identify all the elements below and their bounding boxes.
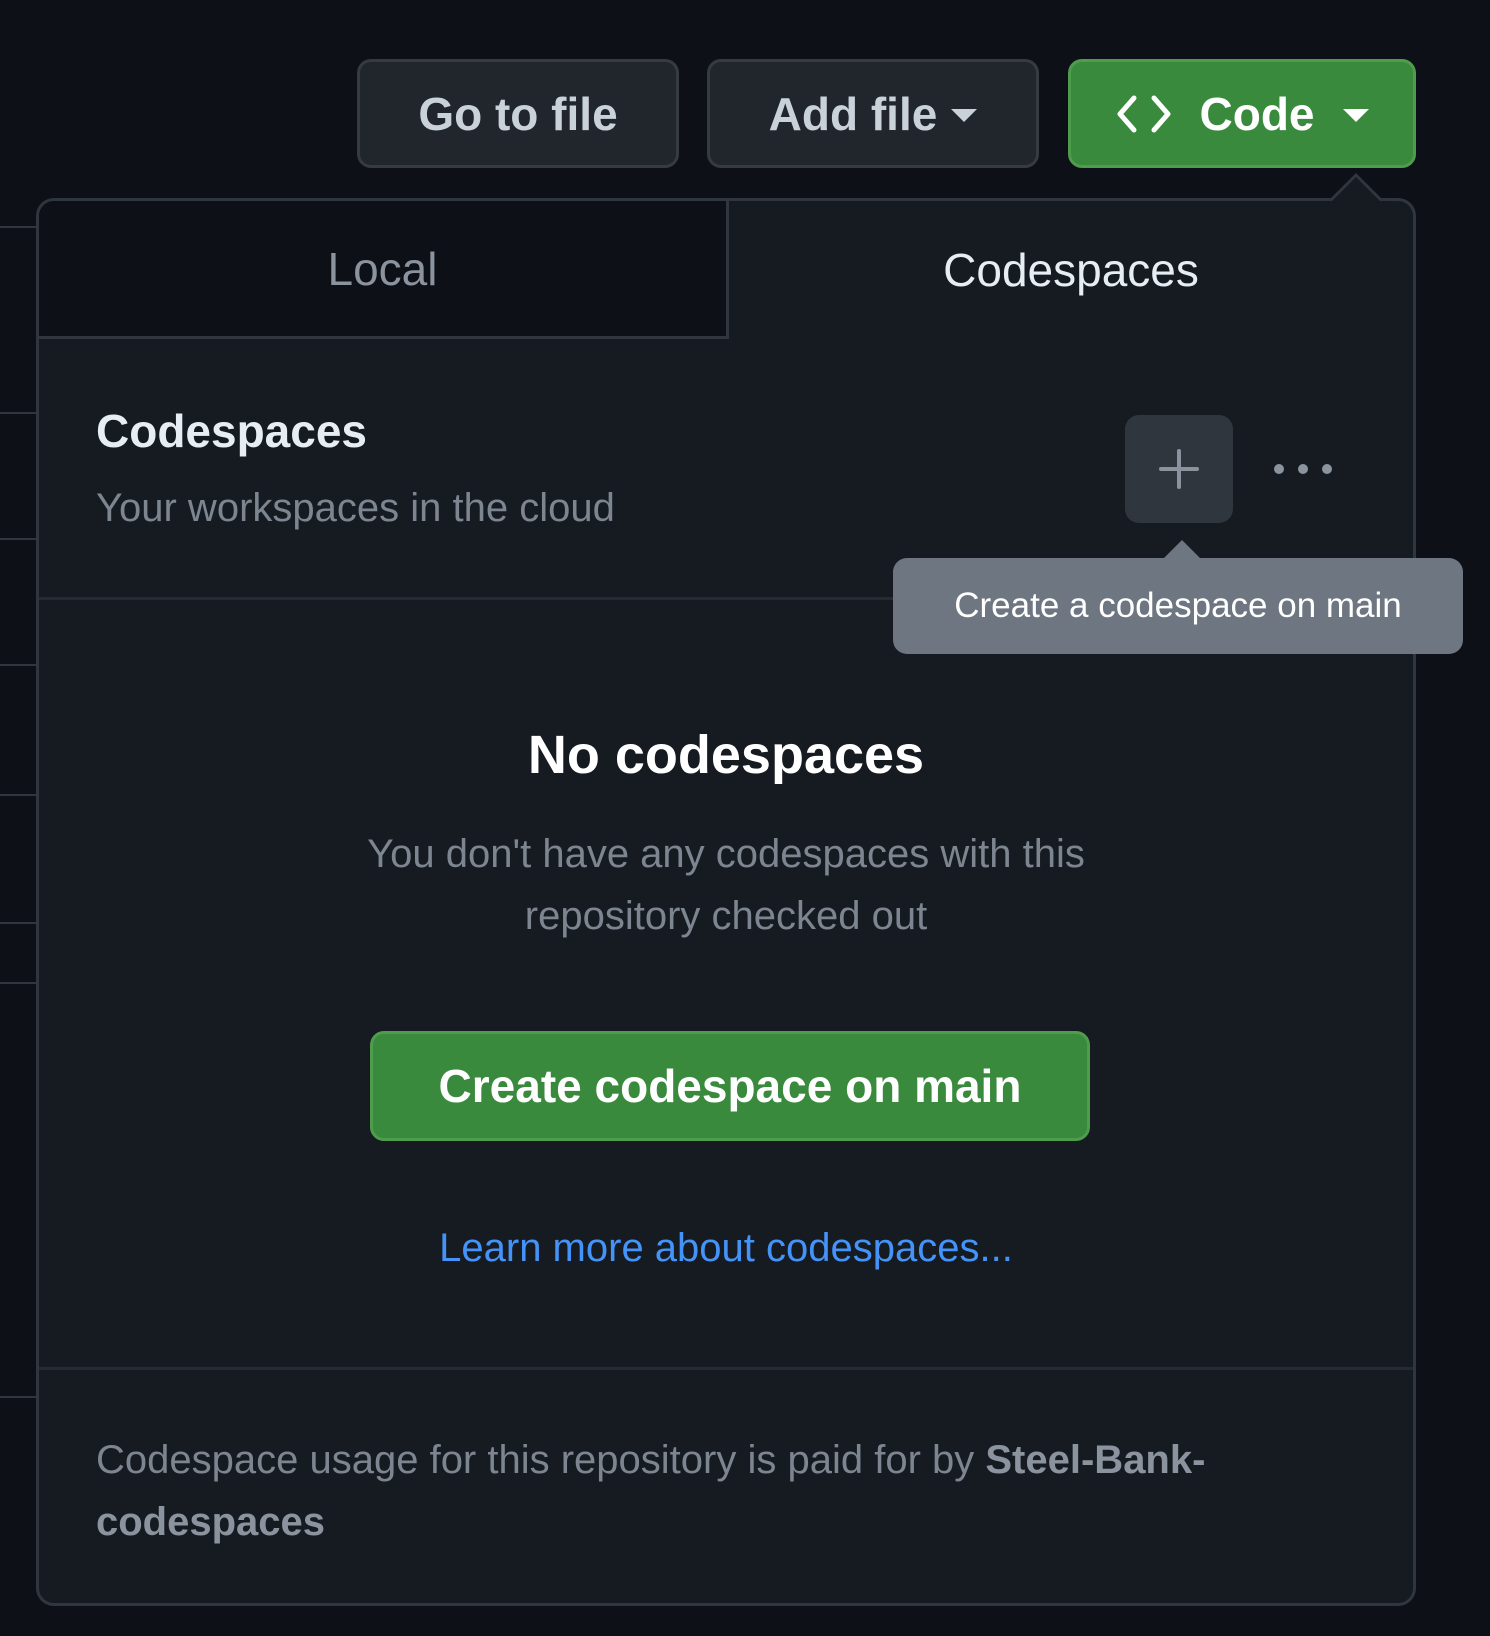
background-row-divider [0, 538, 40, 540]
add-file-button[interactable]: Add file [707, 59, 1039, 168]
code-label: Code [1199, 87, 1315, 140]
tooltip-pointer [1163, 540, 1201, 559]
background-row-divider [0, 982, 40, 984]
triangle-down-icon [1342, 109, 1369, 122]
tab-codespaces-label: Codespaces [943, 244, 1199, 296]
new-codespace-tooltip: Create a codespace on main [893, 558, 1463, 654]
tab-codespaces[interactable]: Codespaces [729, 201, 1413, 339]
billing-text: Codespace usage for this repository is p… [96, 1438, 975, 1482]
background-row-divider [0, 412, 40, 414]
divider [39, 1367, 1413, 1370]
triangle-down-icon [951, 109, 978, 122]
dropdown-pointer-fill [1332, 177, 1380, 201]
plus-icon [1159, 449, 1199, 489]
new-codespace-button[interactable] [1125, 415, 1233, 523]
kebab-horizontal-icon [1274, 464, 1332, 474]
tab-local[interactable]: Local [39, 201, 729, 339]
empty-state-description: You don't have any codespaces with this … [367, 832, 1085, 938]
background-row-divider [0, 664, 40, 666]
codespace-options-button[interactable] [1261, 439, 1345, 499]
section-subtitle: Your workspaces in the cloud [96, 486, 615, 530]
create-codespace-label: Create codespace on main [438, 1060, 1022, 1112]
code-button[interactable]: Code [1068, 59, 1416, 168]
create-codespace-button[interactable]: Create codespace on main [370, 1031, 1090, 1141]
learn-more-link[interactable]: Learn more about codespaces... [39, 1226, 1413, 1271]
background-row-divider [0, 226, 40, 228]
empty-state-title: No codespaces [527, 725, 925, 785]
background-row-divider [0, 1396, 40, 1398]
learn-more-label: Learn more about codespaces... [439, 1226, 1013, 1270]
section-title: Codespaces [96, 405, 368, 457]
background-row-divider [0, 794, 40, 796]
tooltip-text: Create a codespace on main [954, 586, 1402, 625]
go-to-file-button[interactable]: Go to file [357, 59, 679, 168]
add-file-label: Add file [768, 87, 938, 140]
billing-footer: Codespace usage for this repository is p… [96, 1429, 1356, 1553]
code-icon [1116, 94, 1172, 134]
code-dropdown-panel: Local Codespaces Codespaces Your workspa… [36, 198, 1416, 1606]
go-to-file-label: Go to file [418, 87, 618, 140]
background-row-divider [0, 922, 40, 924]
tab-local-label: Local [327, 242, 438, 295]
